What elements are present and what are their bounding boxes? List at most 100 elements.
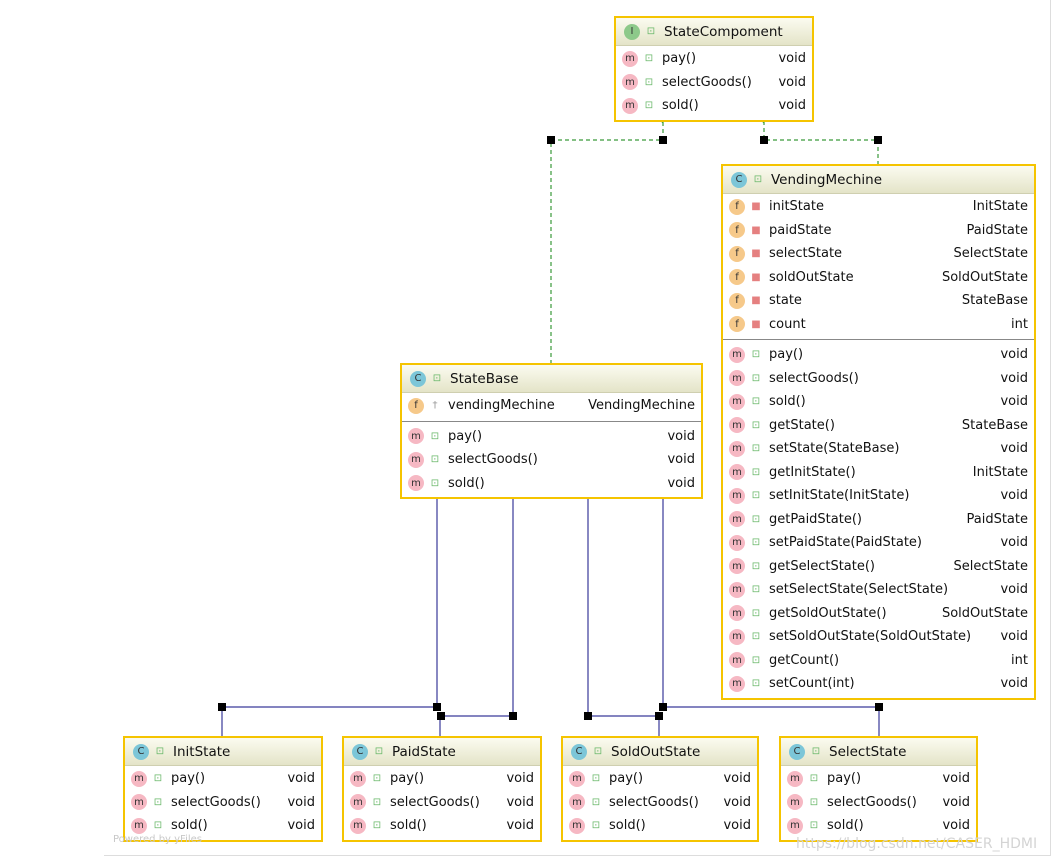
method-row[interactable]: m ⊡ selectGoods() void <box>125 791 321 815</box>
method-name: setState(StateBase) <box>769 441 900 457</box>
public-visibility-icon: ⊡ <box>430 454 440 466</box>
method-return-type: void <box>723 818 751 834</box>
method-return-type: void <box>1000 441 1028 457</box>
method-row[interactable]: m ⊡ getPaidState() PaidState <box>723 508 1034 532</box>
field-row[interactable]: f ■ soldOutState SoldOutState <box>723 266 1034 290</box>
public-visibility-icon: ⊡ <box>372 796 382 808</box>
class-header[interactable]: C ⊡ SoldOutState <box>563 738 757 766</box>
extends-initstate-line[interactable] <box>221 484 438 737</box>
method-row[interactable]: m ⊡ selectGoods() void <box>616 71 812 95</box>
public-visibility-icon: ⊡ <box>809 773 819 785</box>
method-row[interactable]: m ⊡ pay() void <box>402 420 701 449</box>
method-row[interactable]: m ⊡ sold() void <box>344 814 540 838</box>
url-watermark: https://blog.csdn.net/CASER_HDMI <box>796 836 1038 852</box>
method-name: pay() <box>662 51 697 67</box>
method-row[interactable]: m ⊡ pay() void <box>563 767 757 791</box>
method-row[interactable]: m ⊡ sold() void <box>616 94 812 118</box>
method-return-type: void <box>506 794 534 810</box>
method-name: getInitState() <box>769 464 856 480</box>
method-row[interactable]: m ⊡ pay() void <box>723 339 1034 367</box>
bend-handle[interactable] <box>547 136 555 144</box>
method-row[interactable]: m ⊡ pay() void <box>616 47 812 71</box>
method-row[interactable]: m ⊡ setCount(int) void <box>723 672 1034 696</box>
method-row[interactable]: m ⊡ getSoldOutState() SoldOutState <box>723 602 1034 626</box>
bend-handle[interactable] <box>655 712 663 720</box>
public-visibility-icon: ⊡ <box>153 796 163 808</box>
method-row[interactable]: m ⊡ getCount() int <box>723 649 1034 673</box>
method-row[interactable]: m ⊡ getSelectState() SelectState <box>723 555 1034 579</box>
class-paidstate[interactable]: C ⊡ PaidState m ⊡ pay() void m ⊡ selectGoods() voi… <box>342 736 542 842</box>
method-icon: m <box>350 794 366 811</box>
method-row[interactable]: m ⊡ sold() void <box>723 390 1034 414</box>
extends-paidstate-line[interactable] <box>439 484 514 737</box>
class-header[interactable]: C ⊡ PaidState <box>344 738 540 766</box>
public-visibility-icon: ⊡ <box>751 513 761 525</box>
bend-handle[interactable] <box>659 703 667 711</box>
class-header[interactable]: C ⊡ VendingMechine <box>723 166 1034 194</box>
method-row[interactable]: m ⊡ sold() void <box>563 814 757 838</box>
method-row[interactable]: m ⊡ getInitState() InitState <box>723 461 1034 485</box>
method-name: setInitState(InitState) <box>769 488 910 504</box>
method-row[interactable]: m ⊡ getState() StateBase <box>723 414 1034 438</box>
field-row[interactable]: f ■ count int <box>723 313 1034 337</box>
bend-handle[interactable] <box>437 712 445 720</box>
bend-handle[interactable] <box>875 703 883 711</box>
method-row[interactable]: m ⊡ pay() void <box>125 767 321 791</box>
class-selectstate[interactable]: C ⊡ SelectState m ⊡ pay() void m ⊡ selectGoods() v… <box>779 736 978 842</box>
bend-handle[interactable] <box>584 712 592 720</box>
method-name: sold() <box>662 98 699 114</box>
field-row[interactable]: f ■ paidState PaidState <box>723 219 1034 243</box>
method-row[interactable]: m ⊡ selectGoods() void <box>723 367 1034 391</box>
class-name: SoldOutState <box>611 743 701 760</box>
field-row[interactable]: f † vendingMechine VendingMechine <box>402 394 701 418</box>
method-name: setSoldOutState(SoldOutState) <box>769 629 972 645</box>
bend-handle[interactable] <box>433 703 441 711</box>
method-name: getPaidState() <box>769 511 862 527</box>
class-header[interactable]: C ⊡ InitState <box>125 738 321 766</box>
field-row[interactable]: f ■ state StateBase <box>723 289 1034 313</box>
public-visibility-icon: ⊡ <box>153 773 163 785</box>
extends-soldoutstate-line[interactable] <box>579 484 660 737</box>
method-icon: m <box>729 628 745 645</box>
frame-border-bottom <box>104 855 1051 856</box>
method-row[interactable]: m ⊡ setSoldOutState(SoldOutState) void <box>723 625 1034 649</box>
row-padding <box>344 838 540 840</box>
method-row[interactable]: m ⊡ setPaidState(PaidState) void <box>723 531 1034 555</box>
field-row[interactable]: f ■ selectState SelectState <box>723 242 1034 266</box>
method-row[interactable]: m ⊡ setInitState(InitState) void <box>723 484 1034 508</box>
method-row[interactable]: m ⊡ selectGoods() void <box>563 791 757 815</box>
method-row[interactable]: m ⊡ setSelectState(SelectState) void <box>723 578 1034 602</box>
method-return-type: void <box>506 818 534 834</box>
method-return-type: StateBase <box>961 417 1028 433</box>
bend-handle[interactable] <box>659 136 667 144</box>
method-row[interactable]: m ⊡ selectGoods() void <box>781 791 976 815</box>
class-soldoutstate[interactable]: C ⊡ SoldOutState m ⊡ pay() void m ⊡ selectGoods()… <box>561 736 759 842</box>
class-statecompoment[interactable]: I ⊡ StateCompoment m ⊡ pay() void m ⊡ selectGoods… <box>614 16 814 122</box>
method-name: pay() <box>609 771 644 787</box>
bend-handle[interactable] <box>218 703 226 711</box>
method-icon: m <box>729 511 745 528</box>
class-header[interactable]: I ⊡ StateCompoment <box>616 18 812 46</box>
bend-handle[interactable] <box>760 136 768 144</box>
implements-vendingmechine-line[interactable] <box>755 113 879 165</box>
method-row[interactable]: m ⊡ pay() void <box>344 767 540 791</box>
method-return-type: void <box>778 51 806 67</box>
class-header[interactable]: C ⊡ SelectState <box>781 738 976 766</box>
method-row[interactable]: m ⊡ sold() void <box>402 472 701 496</box>
method-return-type: void <box>723 794 751 810</box>
field-row[interactable]: f ■ initState InitState <box>723 195 1034 219</box>
bend-handle[interactable] <box>509 712 517 720</box>
method-row[interactable]: m ⊡ sold() void <box>781 814 976 838</box>
class-header[interactable]: C ⊡ StateBase <box>402 365 701 393</box>
method-row[interactable]: m ⊡ selectGoods() void <box>402 448 701 472</box>
implements-statebase-line[interactable] <box>550 113 664 364</box>
method-row[interactable]: m ⊡ setState(StateBase) void <box>723 437 1034 461</box>
class-vendingmechine[interactable]: C ⊡ VendingMechine f ■ initState InitState f ■ pa… <box>721 164 1036 700</box>
private-visibility-icon: ■ <box>751 271 761 283</box>
method-row[interactable]: m ⊡ pay() void <box>781 767 976 791</box>
class-statebase[interactable]: C ⊡ StateBase f † vendingMechine VendingMechin… <box>400 363 703 499</box>
public-visibility-icon: ⊡ <box>153 820 163 832</box>
class-initstate[interactable]: C ⊡ InitState m ⊡ pay() void m ⊡ selectGoods() voi… <box>123 736 323 842</box>
bend-handle[interactable] <box>874 136 882 144</box>
method-row[interactable]: m ⊡ selectGoods() void <box>344 791 540 815</box>
